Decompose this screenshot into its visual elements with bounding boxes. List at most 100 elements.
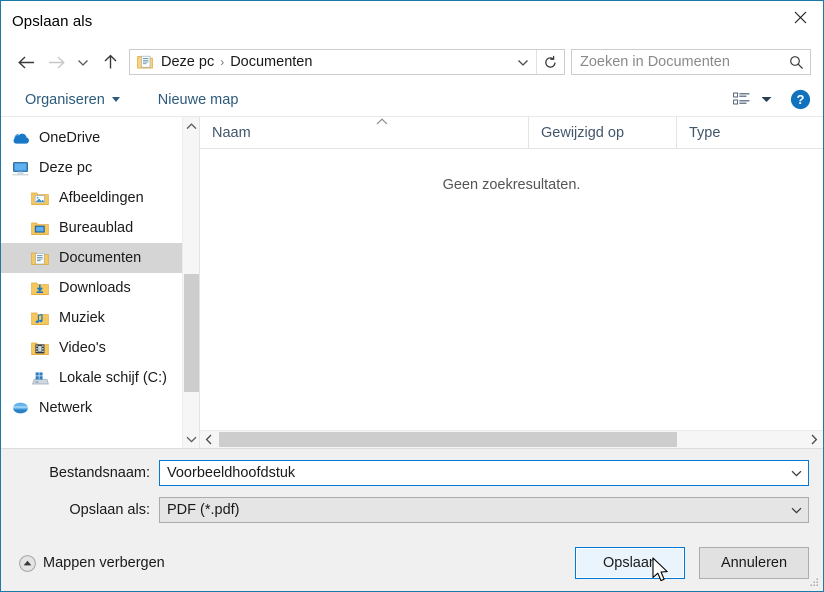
navigation-pane: OneDrive Deze pc Afbeeldingen Bureaublad…	[1, 117, 200, 448]
dialog-footer: Mappen verbergen Opslaan Annuleren	[1, 535, 823, 591]
column-header-label: Gewijzigd op	[541, 124, 625, 141]
help-button[interactable]: ?	[785, 87, 815, 113]
sidebar-item-bureaublad[interactable]: Bureaublad	[1, 213, 199, 243]
help-icon: ?	[790, 89, 810, 110]
network-icon	[11, 401, 33, 416]
sidebar-item-lokale-schijf[interactable]: Lokale schijf (C:)	[1, 363, 199, 393]
column-header-type[interactable]: Type	[676, 116, 796, 149]
navigation-bar: Deze pc › Documenten Zoeken in Documente…	[1, 41, 823, 83]
up-button[interactable]	[95, 47, 125, 77]
scroll-track[interactable]	[183, 135, 199, 430]
empty-results-message: Geen zoekresultaten.	[442, 177, 581, 193]
sort-ascending-icon	[376, 117, 388, 124]
close-icon	[794, 11, 806, 23]
documents-breadcrumb-icon	[134, 54, 156, 70]
column-header-label: Type	[689, 124, 721, 141]
scroll-down-button[interactable]	[183, 430, 199, 448]
refresh-icon	[545, 55, 556, 68]
scroll-left-button[interactable]	[200, 431, 218, 448]
search-icon	[789, 55, 803, 69]
search-input[interactable]: Zoeken in Documenten	[572, 54, 782, 70]
column-header-naam[interactable]: Naam	[200, 117, 528, 149]
recent-locations-button[interactable]	[71, 47, 95, 77]
documents-folder-icon	[31, 251, 53, 266]
sidebar-item-label: Deze pc	[39, 160, 93, 176]
close-button[interactable]	[777, 1, 823, 33]
local-disk-icon	[31, 371, 53, 386]
sidebar-item-label: Downloads	[59, 280, 131, 296]
scroll-thumb[interactable]	[184, 273, 199, 392]
sidebar-item-label: Afbeeldingen	[59, 190, 144, 206]
command-bar: Organiseren Nieuwe map ?	[1, 83, 823, 117]
breadcrumb-item-deze-pc[interactable]: Deze pc	[156, 54, 219, 70]
view-dropdown-button[interactable]	[755, 87, 777, 113]
arrow-left-icon	[17, 55, 34, 69]
scroll-up-button[interactable]	[183, 117, 199, 135]
new-folder-button[interactable]: Nieuwe map	[150, 87, 247, 113]
music-folder-icon	[31, 311, 53, 326]
sidebar-item-muziek[interactable]: Muziek	[1, 303, 199, 333]
refresh-button[interactable]	[536, 50, 564, 74]
chevron-down-icon	[78, 59, 88, 66]
chevron-down-icon	[791, 507, 801, 513]
downloads-folder-icon	[31, 281, 53, 296]
hide-folders-label: Mappen verbergen	[43, 555, 165, 571]
caret-down-icon	[111, 97, 120, 102]
sidebar-item-label: OneDrive	[39, 130, 101, 146]
title-bar: Opslaan als	[1, 1, 823, 41]
filename-row: Bestandsnaam: Voorbeeldhoofdstuk	[15, 459, 809, 487]
sidebar-item-downloads[interactable]: Downloads	[1, 273, 199, 303]
search-box[interactable]: Zoeken in Documenten	[571, 49, 811, 75]
filetype-combobox[interactable]: PDF (*.pdf)	[159, 497, 809, 523]
hide-folders-button[interactable]: Mappen verbergen	[15, 554, 165, 572]
scroll-track[interactable]	[218, 431, 805, 448]
cancel-button[interactable]: Annuleren	[699, 547, 809, 579]
save-button[interactable]: Opslaan	[575, 547, 685, 579]
filetype-row: Opslaan als: PDF (*.pdf)	[15, 496, 809, 524]
sidebar-item-documenten[interactable]: Documenten	[1, 243, 199, 273]
scroll-right-button[interactable]	[805, 431, 823, 448]
sidebar-item-label: Bureaublad	[59, 220, 134, 236]
scroll-thumb[interactable]	[219, 432, 677, 447]
save-as-dialog: Opslaan als Deze pc › Documenten Zoeken …	[0, 0, 824, 592]
sidebar-item-deze-pc[interactable]: Deze pc	[1, 153, 199, 183]
pictures-folder-icon	[31, 191, 53, 206]
arrow-right-icon	[48, 55, 65, 69]
sidebar-item-onedrive[interactable]: OneDrive	[1, 123, 199, 153]
chevron-right-icon	[811, 434, 818, 445]
back-button[interactable]	[11, 47, 41, 77]
sidebar-vertical-scrollbar[interactable]	[182, 117, 199, 448]
address-dropdown-button[interactable]	[510, 50, 536, 74]
resize-grip-icon[interactable]	[807, 576, 819, 588]
chevron-down-icon	[186, 436, 196, 443]
sidebar-item-netwerk[interactable]: Netwerk	[1, 393, 199, 423]
organize-label: Organiseren	[25, 91, 105, 108]
column-header-gewijzigd-op[interactable]: Gewijzigd op	[528, 116, 676, 149]
filename-combobox[interactable]: Voorbeeldhoofdstuk	[159, 460, 809, 486]
collapse-up-icon	[19, 554, 36, 572]
filetype-dropdown-button[interactable]	[784, 507, 808, 514]
organize-button[interactable]: Organiseren	[17, 87, 128, 113]
filetype-value[interactable]: PDF (*.pdf)	[160, 502, 784, 518]
filename-dropdown-button[interactable]	[784, 470, 808, 477]
sidebar-item-label: Video's	[59, 340, 106, 356]
onedrive-cloud-icon	[11, 131, 33, 145]
filename-input[interactable]: Voorbeeldhoofdstuk	[160, 465, 784, 481]
this-pc-icon	[11, 161, 33, 176]
sidebar-item-videos[interactable]: Video's	[1, 333, 199, 363]
address-bar[interactable]: Deze pc › Documenten	[129, 49, 565, 75]
search-button[interactable]	[782, 55, 810, 70]
sidebar-item-label: Netwerk	[39, 400, 93, 416]
chevron-left-icon	[205, 434, 212, 445]
breadcrumb-item-documenten[interactable]: Documenten	[225, 54, 317, 70]
change-view-button[interactable]	[727, 87, 755, 113]
forward-button[interactable]	[41, 47, 71, 77]
file-list-horizontal-scrollbar[interactable]	[200, 430, 823, 448]
dialog-body: OneDrive Deze pc Afbeeldingen Bureaublad…	[1, 116, 823, 449]
sidebar-item-afbeeldingen[interactable]: Afbeeldingen	[1, 183, 199, 213]
caret-down-icon	[761, 97, 771, 102]
chevron-down-icon	[518, 59, 528, 66]
form-area: Bestandsnaam: Voorbeeldhoofdstuk Opslaan…	[1, 449, 823, 535]
column-headers: Naam Gewijzigd op Type	[200, 116, 823, 149]
documents-folder-icon	[137, 55, 153, 69]
